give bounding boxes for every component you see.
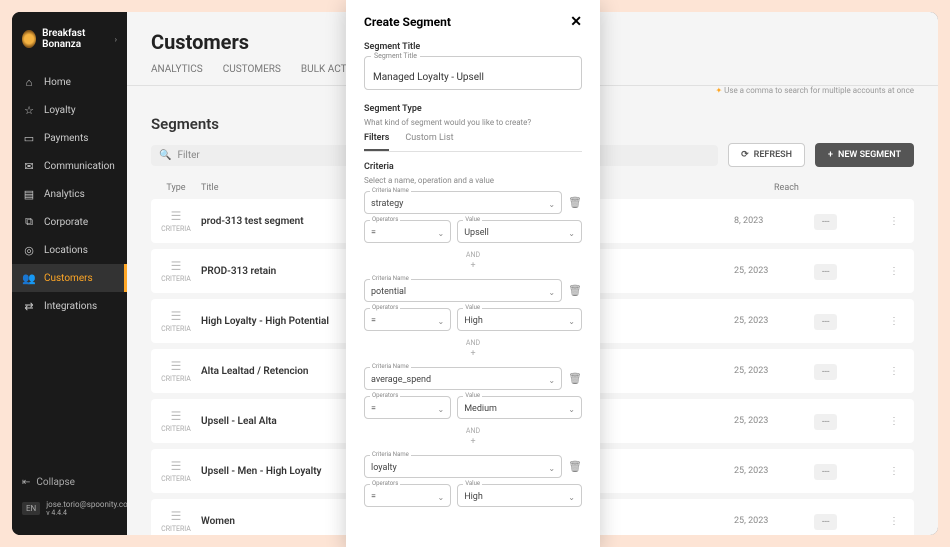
segment-title-label: Segment Title [364, 42, 582, 52]
criteria-block: Criteria Namepotential⌄ 🗑 Operators=⌄ Va… [364, 279, 582, 331]
chevron-down-icon: ⌄ [568, 229, 575, 238]
add-criteria-button[interactable]: + [364, 349, 582, 359]
chevron-down-icon: ⌄ [548, 200, 555, 209]
criteria-label: Criteria [364, 162, 582, 172]
criteria-name-select[interactable]: Criteria Nameloyalty⌄ [364, 455, 562, 478]
criteria-name-select[interactable]: Criteria Namepotential⌄ [364, 279, 562, 302]
and-connector: AND+ [364, 427, 582, 447]
trash-icon[interactable]: 🗑 [568, 196, 582, 209]
trash-icon[interactable]: 🗑 [568, 284, 582, 297]
value-select[interactable]: ValueUpsell⌄ [457, 220, 582, 243]
segment-title-input[interactable]: Segment Title Managed Loyalty - Upsell [364, 56, 582, 90]
add-criteria-button[interactable]: + [364, 437, 582, 447]
criteria-name-select[interactable]: Criteria Namestrategy⌄ [364, 191, 562, 214]
operator-select[interactable]: Operators=⌄ [364, 308, 451, 331]
close-button[interactable]: ✕ [570, 14, 582, 30]
criteria-block: Criteria Nameloyalty⌄ 🗑 Operators=⌄ Valu… [364, 455, 582, 507]
tab-custom-list[interactable]: Custom List [405, 133, 453, 151]
create-segment-modal: Create Segment ✕ Segment Title Segment T… [346, 0, 600, 547]
chevron-down-icon: ⌄ [437, 229, 444, 238]
modal-title: Create Segment [364, 15, 451, 29]
modal-overlay: Create Segment ✕ Segment Title Segment T… [0, 0, 950, 547]
segment-title-value: Managed Loyalty - Upsell [373, 72, 484, 83]
and-connector: AND+ [364, 339, 582, 359]
criteria-block: Criteria Nameaverage_spend⌄ 🗑 Operators=… [364, 367, 582, 419]
segment-title-floating: Segment Title [371, 52, 420, 60]
modal-tabs: Filters Custom List [364, 133, 582, 152]
value-select[interactable]: ValueMedium⌄ [457, 396, 582, 419]
add-criteria-button[interactable]: + [364, 261, 582, 271]
chevron-down-icon: ⌄ [548, 464, 555, 473]
chevron-down-icon: ⌄ [437, 317, 444, 326]
operator-select[interactable]: Operators=⌄ [364, 396, 451, 419]
chevron-down-icon: ⌄ [437, 405, 444, 414]
chevron-down-icon: ⌄ [548, 288, 555, 297]
chevron-down-icon: ⌄ [437, 493, 444, 502]
operator-select[interactable]: Operators=⌄ [364, 220, 451, 243]
value-select[interactable]: ValueHigh⌄ [457, 484, 582, 507]
operator-select[interactable]: Operators=⌄ [364, 484, 451, 507]
segment-type-sub: What kind of segment would you like to c… [364, 118, 582, 127]
criteria-sub: Select a name, operation and a value [364, 176, 582, 185]
chevron-down-icon: ⌄ [548, 376, 555, 385]
criteria-name-select[interactable]: Criteria Nameaverage_spend⌄ [364, 367, 562, 390]
chevron-down-icon: ⌄ [568, 405, 575, 414]
trash-icon[interactable]: 🗑 [568, 460, 582, 473]
and-connector: AND+ [364, 251, 582, 271]
modal-header: Create Segment ✕ [364, 14, 582, 30]
chevron-down-icon: ⌄ [568, 317, 575, 326]
segment-type-label: Segment Type [364, 104, 582, 114]
criteria-list: Criteria Namestrategy⌄ 🗑 Operators=⌄ Val… [364, 191, 582, 507]
value-select[interactable]: ValueHigh⌄ [457, 308, 582, 331]
chevron-down-icon: ⌄ [568, 493, 575, 502]
trash-icon[interactable]: 🗑 [568, 372, 582, 385]
tab-filters[interactable]: Filters [364, 133, 389, 151]
criteria-block: Criteria Namestrategy⌄ 🗑 Operators=⌄ Val… [364, 191, 582, 243]
